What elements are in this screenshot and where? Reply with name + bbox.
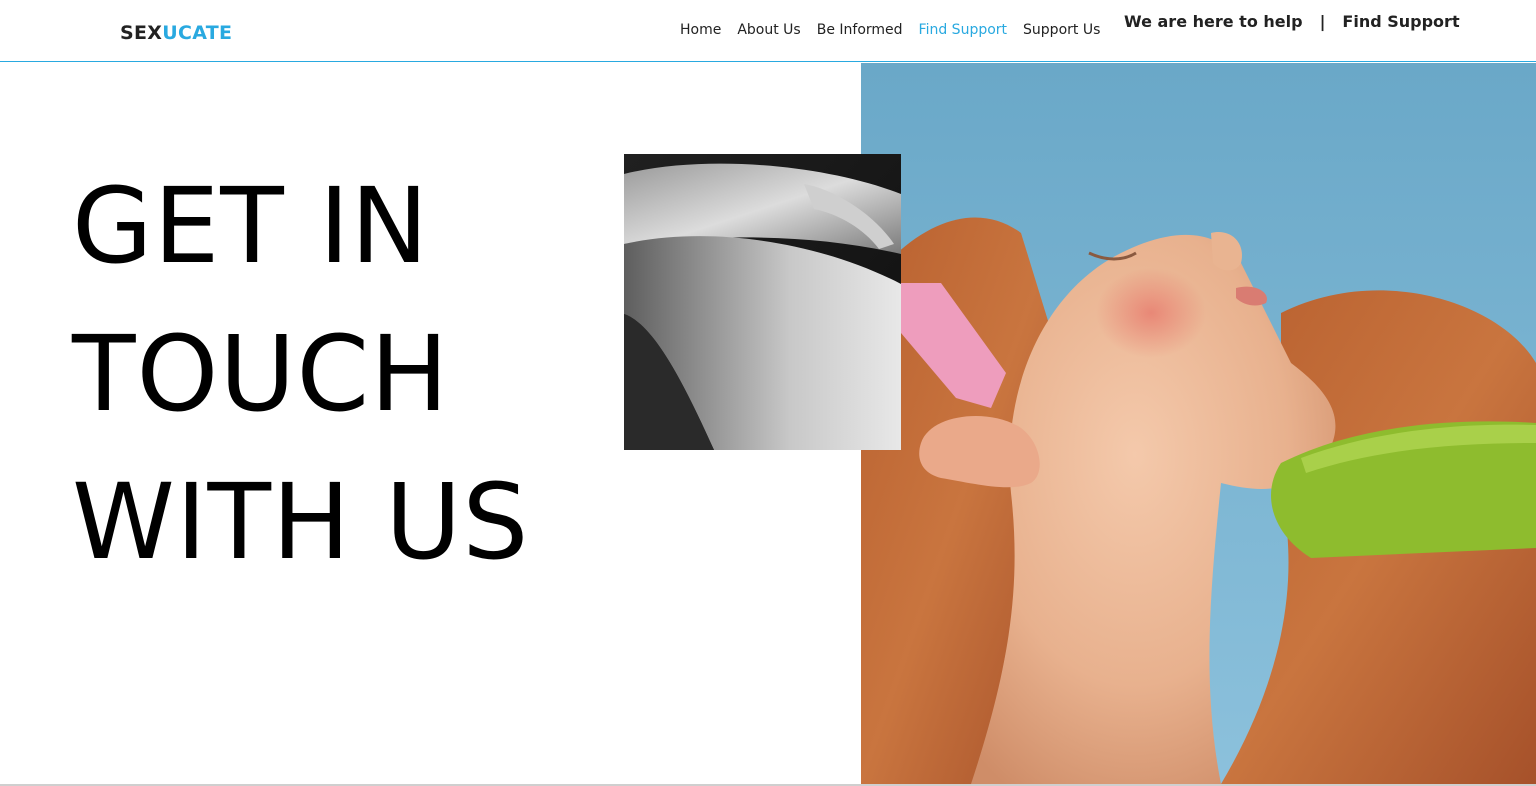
site-logo[interactable]: SEXUCATE	[120, 22, 232, 44]
hero-heading-line-3: WITH US	[72, 461, 530, 583]
main-nav: Home About Us Be Informed Find Support S…	[672, 21, 1108, 39]
hero-heading-line-2: TOUCH	[72, 313, 450, 435]
hero-photo-bw	[624, 154, 901, 450]
cta-tagline: We are here to help	[1124, 12, 1303, 31]
logo-text-part2: UCATE	[162, 22, 233, 44]
header-cta: We are here to help | Find Support	[1124, 12, 1460, 31]
hero-heading-line-1: GET IN	[72, 165, 430, 287]
nav-be-informed[interactable]: Be Informed	[809, 21, 911, 39]
cta-separator: |	[1319, 12, 1326, 31]
hero-photo-woman	[861, 63, 1536, 784]
cta-find-support-link[interactable]: Find Support	[1342, 12, 1459, 31]
nav-about-us[interactable]: About Us	[729, 21, 808, 39]
nav-find-support[interactable]: Find Support	[911, 21, 1015, 39]
woman-portrait-image	[861, 63, 1536, 784]
nav-home[interactable]: Home	[672, 21, 729, 39]
hero-heading: GET IN TOUCH WITH US	[72, 152, 529, 596]
site-header: SEXUCATE Home About Us Be Informed Find …	[0, 0, 1536, 62]
nav-support-us[interactable]: Support Us	[1015, 21, 1108, 39]
logo-text-part1: SEX	[120, 22, 163, 44]
bw-body-image	[624, 154, 901, 450]
